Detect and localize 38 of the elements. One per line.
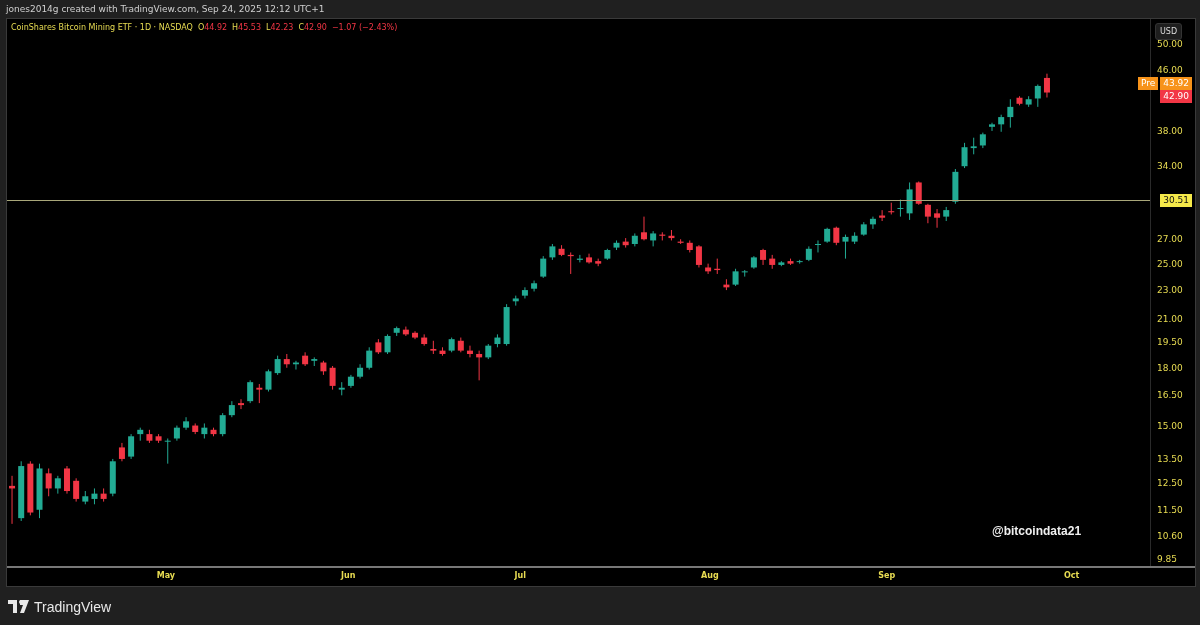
ohlc-value: H45.53	[232, 23, 261, 32]
price-tick: 34.00	[1157, 160, 1183, 174]
month-tick: Jul	[514, 571, 527, 580]
price-tick: 18.00	[1157, 361, 1183, 375]
price-label: 30.51	[1160, 193, 1192, 207]
currency-button[interactable]: USD	[1155, 23, 1183, 40]
price-tick: 23.00	[1157, 284, 1183, 298]
month-tick: May	[156, 571, 176, 580]
price-tick: 15.00	[1157, 419, 1183, 433]
price-tick: 50.00	[1157, 37, 1183, 51]
price-label: 42.90	[1160, 90, 1192, 104]
price-tick: 27.00	[1157, 233, 1183, 247]
price-tick: 46.00	[1157, 64, 1183, 78]
price-tick: 25.00	[1157, 257, 1183, 271]
price-label: 43.92	[1160, 77, 1192, 91]
session-tag: Pre	[1137, 77, 1159, 91]
price-tick: 9.85	[1157, 552, 1178, 566]
month-tick: Aug	[701, 571, 719, 580]
brand-name: TradingView	[34, 598, 112, 615]
credit-text: jones2014g created with TradingView.com, Sep 24, 2025 12:12 UTC+1	[6, 4, 325, 14]
change-value: −1.07 (−2.43%)	[331, 23, 398, 32]
price-tick: 16.50	[1157, 389, 1183, 403]
ohlc-value: C42.90	[298, 23, 327, 32]
symbol-title: CoinShares Bitcoin Mining ETF · 1D · NASDAQ	[11, 23, 193, 32]
price-tick: 11.50	[1157, 503, 1183, 517]
ohlc-value: O44.92	[197, 23, 228, 32]
price-tick: 13.50	[1157, 452, 1183, 466]
month-tick: Sep	[878, 571, 896, 580]
price-tick: 38.00	[1157, 124, 1183, 138]
price-tick: 10.60	[1157, 529, 1183, 543]
ohlc-value: L42.23	[266, 23, 294, 32]
month-tick: Oct	[1064, 571, 1080, 580]
price-tick: 19.50	[1157, 336, 1183, 350]
month-tick: Jun	[340, 571, 356, 580]
price-tick: 21.00	[1157, 312, 1183, 326]
price-tick: 12.50	[1157, 477, 1183, 491]
logo-icon	[8, 600, 29, 613]
chart-caption: @bitcoindata21	[992, 524, 1082, 538]
